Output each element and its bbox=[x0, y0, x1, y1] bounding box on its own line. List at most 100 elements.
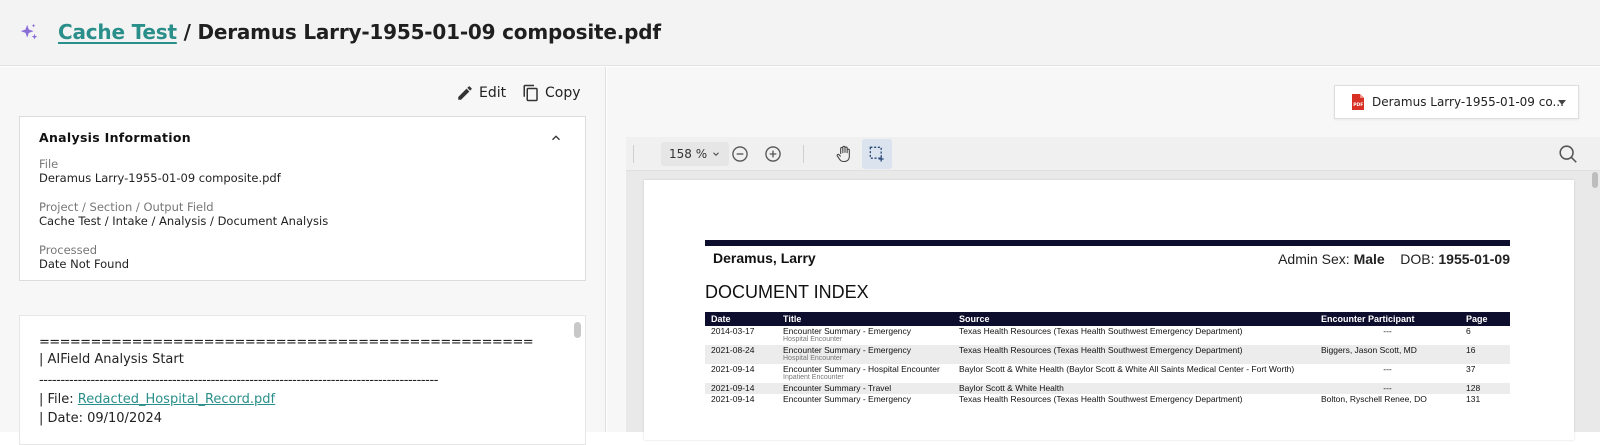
table-header-row: Date Title Source Encounter Participant … bbox=[705, 312, 1510, 326]
table-row: 2021-09-14 Encounter Summary - Emergency… bbox=[705, 394, 1510, 405]
column-header: Date bbox=[705, 312, 777, 326]
row-source: Baylor Scott & White Health bbox=[953, 383, 1315, 395]
table-row: 2021-08-24 Encounter Summary - Emergency… bbox=[705, 345, 1510, 365]
dob-value: 1955-01-09 bbox=[1438, 251, 1510, 267]
copy-label: Copy bbox=[545, 85, 581, 101]
row-title: Encounter Summary - Emergency bbox=[783, 345, 912, 356]
breadcrumb: Cache Test / Deramus Larry-1955-01-09 co… bbox=[58, 20, 661, 44]
sparkle-icon bbox=[20, 23, 38, 40]
pdf-page: Deramus, Larry Admin Sex: Male DOB: 1955… bbox=[644, 180, 1574, 440]
analysis-log: ========================================… bbox=[19, 315, 586, 445]
row-subtitle: Hospital Encounter bbox=[783, 355, 843, 363]
row-date: 2021-09-14 bbox=[711, 394, 755, 405]
row-title-cell: Encounter Summary - Hospital Encounter In… bbox=[777, 364, 953, 383]
zoom-out-icon bbox=[732, 146, 748, 162]
table-row: 2021-09-14 Encounter Summary - Hospital … bbox=[705, 364, 1510, 383]
document-index-title: DOCUMENT INDEX bbox=[705, 282, 869, 302]
path-field-value: Cache Test / Intake / Analysis / Documen… bbox=[39, 214, 329, 228]
row-page: 6 bbox=[1466, 326, 1471, 336]
row-source: Texas Health Resources (Texas Health Sou… bbox=[953, 345, 1315, 365]
row-page: 131 bbox=[1466, 394, 1481, 405]
selection-box-icon bbox=[869, 146, 884, 162]
row-page: 16 bbox=[1460, 345, 1510, 365]
file-field-label: File bbox=[39, 157, 59, 171]
log-scrollbar[interactable] bbox=[574, 322, 581, 338]
sex-label: Admin Sex: bbox=[1278, 251, 1354, 267]
zoom-out-button[interactable] bbox=[729, 143, 751, 165]
log-dash-rule: ----------------------------------------… bbox=[39, 373, 439, 388]
dob-label: DOB: bbox=[1400, 251, 1439, 267]
row-title: Encounter Summary - Emergency bbox=[783, 394, 912, 405]
row-date: 2014-03-17 bbox=[711, 326, 755, 336]
pencil-icon bbox=[458, 86, 472, 100]
log-file-line: | File: Redacted_Hospital_Record.pdf bbox=[39, 392, 275, 407]
row-title-cell: Encounter Summary - Emergency Hospital En… bbox=[777, 345, 953, 365]
row-subtitle: Hospital Encounter bbox=[783, 336, 843, 344]
row-participant: --- bbox=[1383, 326, 1392, 336]
row-title-cell: Encounter Summary - Emergency bbox=[777, 394, 953, 405]
caret-down-icon bbox=[1558, 100, 1566, 105]
row-date: 2021-09-14 bbox=[705, 383, 777, 395]
analysis-panel: Edit Copy Analysis Information File Dera… bbox=[0, 67, 606, 445]
zoom-in-button[interactable] bbox=[762, 143, 784, 165]
log-file-link[interactable]: Redacted_Hospital_Record.pdf bbox=[78, 392, 275, 407]
area-select-tool-button[interactable] bbox=[862, 139, 892, 169]
search-icon[interactable] bbox=[1557, 143, 1579, 165]
table-row: 2014-03-17 Encounter Summary - Emergency… bbox=[705, 326, 1510, 345]
breadcrumb-separator: / bbox=[176, 20, 198, 44]
log-date-line: | Date: 09/10/2024 bbox=[39, 411, 163, 426]
breadcrumb-project-link[interactable]: Cache Test bbox=[58, 20, 177, 44]
pan-tool-button[interactable] bbox=[833, 143, 855, 165]
document-scrollbar[interactable] bbox=[1592, 172, 1598, 188]
column-header: Page bbox=[1460, 312, 1510, 326]
row-title: Encounter Summary - Emergency bbox=[783, 326, 912, 336]
row-title-cell: Encounter Summary - Travel bbox=[777, 383, 953, 395]
document-canvas[interactable]: Deramus, Larry Admin Sex: Male DOB: 1955… bbox=[626, 171, 1600, 440]
zoom-in-icon bbox=[765, 146, 781, 162]
row-participant: Bolton, Ryschell Renee, DO bbox=[1321, 394, 1427, 405]
row-date: 2021-08-24 bbox=[705, 345, 777, 365]
page-header-rule bbox=[705, 240, 1510, 246]
top-header: Cache Test / Deramus Larry-1955-01-09 co… bbox=[0, 0, 1600, 66]
column-header: Title bbox=[777, 312, 953, 326]
row-participant: --- bbox=[1315, 383, 1460, 395]
row-source: Texas Health Resources (Texas Health Sou… bbox=[959, 326, 1243, 336]
patient-demographics: Admin Sex: Male DOB: 1955-01-09 bbox=[1278, 251, 1510, 267]
page-title: Deramus Larry-1955-01-09 composite.pdf bbox=[197, 20, 661, 44]
row-source: Baylor Scott & White Health (Baylor Scot… bbox=[959, 364, 1295, 375]
row-title-cell: Encounter Summary - Emergency Hospital En… bbox=[777, 326, 953, 345]
chevron-up-icon[interactable] bbox=[549, 131, 563, 145]
path-field-label: Project / Section / Output Field bbox=[39, 200, 214, 214]
edit-button[interactable]: Edit bbox=[456, 84, 506, 102]
processed-field-value: Date Not Found bbox=[39, 257, 130, 271]
column-header: Source bbox=[953, 312, 1315, 326]
chevron-down-icon bbox=[713, 152, 719, 156]
pdf-file-icon: PDF bbox=[1352, 94, 1364, 110]
sex-value: Male bbox=[1353, 251, 1385, 267]
log-start-line: | AIField Analysis Start bbox=[39, 352, 184, 367]
zoom-select[interactable]: 158 % bbox=[661, 142, 730, 166]
column-header: Encounter Participant bbox=[1315, 312, 1460, 326]
file-field-value: Deramus Larry-1955-01-09 composite.pdf bbox=[39, 171, 281, 185]
table-row: 2021-09-14 Encounter Summary - Travel Ba… bbox=[705, 383, 1510, 395]
viewer-toolbar: 158 % bbox=[626, 137, 1600, 171]
row-participant: Biggers, Jason Scott, MD bbox=[1315, 345, 1460, 365]
copy-button[interactable]: Copy bbox=[522, 84, 581, 102]
toolbar-divider bbox=[633, 145, 634, 163]
row-subtitle: Inpatient Encounter bbox=[783, 374, 844, 382]
log-file-prefix: | File: bbox=[39, 392, 78, 407]
document-index-table: Date Title Source Encounter Participant … bbox=[705, 312, 1510, 406]
file-select[interactable]: PDF Deramus Larry-1955-01-09 co... bbox=[1334, 85, 1579, 119]
copy-icon bbox=[523, 84, 538, 102]
card-title: Analysis Information bbox=[39, 130, 191, 145]
zoom-value: 158 % bbox=[669, 147, 708, 161]
row-source: Texas Health Resources (Texas Health Sou… bbox=[959, 394, 1243, 405]
row-page: 128 bbox=[1460, 383, 1510, 395]
svg-text:PDF: PDF bbox=[1353, 102, 1363, 108]
patient-name: Deramus, Larry bbox=[713, 250, 816, 266]
processed-field-label: Processed bbox=[39, 243, 97, 257]
log-eq-rule: ========================================… bbox=[39, 335, 534, 350]
row-participant: --- bbox=[1383, 364, 1392, 375]
edit-label: Edit bbox=[479, 85, 507, 101]
hand-icon bbox=[836, 145, 850, 163]
